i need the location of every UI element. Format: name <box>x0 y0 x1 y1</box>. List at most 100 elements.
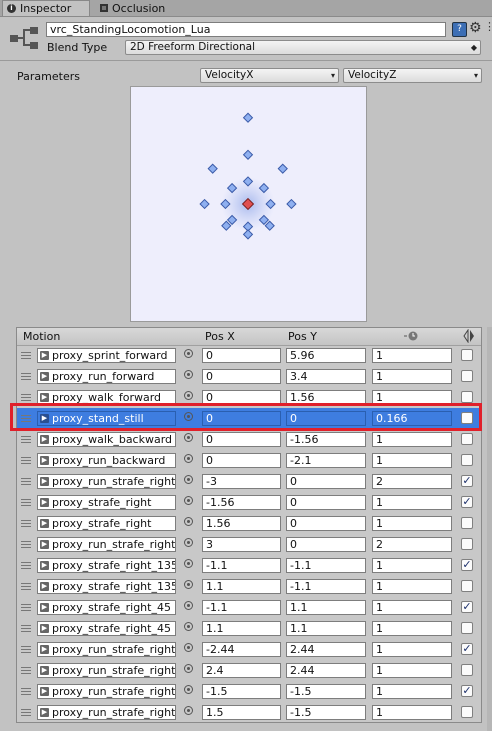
help-icon[interactable]: ? <box>452 22 467 37</box>
speed-field[interactable]: 1 <box>372 516 452 531</box>
object-picker-icon[interactable] <box>184 601 193 610</box>
blend-point[interactable] <box>242 229 254 240</box>
table-row[interactable]: ▶ proxy_strafe_right 1.56 0 1 <box>17 513 481 534</box>
pos-x-field[interactable]: 3 <box>202 537 281 552</box>
pos-x-field[interactable]: -1.56 <box>202 495 281 510</box>
speed-field[interactable]: 1 <box>372 369 452 384</box>
pos-x-field[interactable]: 1.5 <box>202 705 281 720</box>
pos-x-field[interactable]: -2.44 <box>202 642 281 657</box>
mirror-checkbox[interactable] <box>461 391 473 403</box>
object-picker-icon[interactable] <box>184 475 193 484</box>
mirror-checkbox[interactable] <box>461 580 473 592</box>
mirror-checkbox[interactable] <box>461 664 473 676</box>
tab-occlusion[interactable]: Occlusion <box>96 0 186 16</box>
scrollbar[interactable] <box>487 327 492 731</box>
mirror-checkbox[interactable] <box>461 622 473 634</box>
pos-y-field[interactable]: -1.5 <box>286 684 366 699</box>
pos-x-field[interactable]: 0 <box>202 348 281 363</box>
motion-clip-field[interactable]: ▶ proxy_run_strafe_right <box>37 663 176 678</box>
table-row[interactable]: ▶ proxy_strafe_right -1.56 0 1 ✓ <box>17 492 481 513</box>
table-row[interactable]: ▶ proxy_run_strafe_right 2.4 2.44 1 <box>17 660 481 681</box>
drag-handle-icon[interactable] <box>21 478 31 485</box>
pos-y-field[interactable]: 5.96 <box>286 348 366 363</box>
object-picker-icon[interactable] <box>184 370 193 379</box>
object-picker-icon[interactable] <box>184 496 193 505</box>
pos-x-field[interactable]: 0 <box>202 453 281 468</box>
y-parameter-dropdown[interactable]: VelocityZ ▾ <box>343 68 482 83</box>
motion-clip-field[interactable]: ▶ proxy_strafe_right_45 <box>37 621 176 636</box>
drag-handle-icon[interactable] <box>21 436 31 443</box>
speed-field[interactable]: 1 <box>372 600 452 615</box>
mirror-checkbox[interactable]: ✓ <box>461 685 473 697</box>
motion-clip-field[interactable]: ▶ proxy_run_strafe_right <box>37 642 176 657</box>
pos-x-field[interactable]: 1.1 <box>202 579 281 594</box>
object-picker-icon[interactable] <box>184 706 193 715</box>
drag-handle-icon[interactable] <box>21 541 31 548</box>
pos-y-field[interactable]: -1.56 <box>286 432 366 447</box>
mirror-checkbox[interactable]: ✓ <box>461 643 473 655</box>
table-row[interactable]: ▶ proxy_strafe_right_135 -1.1 -1.1 1 ✓ <box>17 555 481 576</box>
pos-y-field[interactable]: -2.1 <box>286 453 366 468</box>
drag-handle-icon[interactable] <box>21 688 31 695</box>
pos-x-field[interactable]: -1.1 <box>202 600 281 615</box>
drag-handle-icon[interactable] <box>21 646 31 653</box>
speed-field[interactable]: 2 <box>372 474 452 489</box>
speed-field[interactable]: 1 <box>372 642 452 657</box>
pos-y-field[interactable]: -1.5 <box>286 705 366 720</box>
speed-field[interactable]: 1 <box>372 453 452 468</box>
pos-x-field[interactable]: -1.1 <box>202 558 281 573</box>
mirror-checkbox[interactable]: ✓ <box>461 559 473 571</box>
table-row[interactable]: ▶ proxy_run_strafe_right 3 0 2 <box>17 534 481 555</box>
speed-field[interactable]: 1 <box>372 621 452 636</box>
table-row[interactable]: ▶ proxy_run_strafe_right -2.44 2.44 1 ✓ <box>17 639 481 660</box>
speed-field[interactable]: 2 <box>372 537 452 552</box>
table-row[interactable]: ▶ proxy_run_forward 0 3.4 1 <box>17 366 481 387</box>
tab-inspector[interactable]: i Inspector <box>2 0 90 16</box>
pos-y-field[interactable]: 0 <box>286 495 366 510</box>
table-row[interactable]: ▶ proxy_sprint_forward 0 5.96 1 <box>17 345 481 366</box>
table-row[interactable]: ▶ proxy_strafe_right_45 -1.1 1.1 1 ✓ <box>17 597 481 618</box>
speed-field[interactable]: 1 <box>372 432 452 447</box>
pos-y-field[interactable]: 0 <box>286 516 366 531</box>
motion-clip-field[interactable]: ▶ proxy_run_strafe_right <box>37 537 176 552</box>
object-picker-icon[interactable] <box>184 664 193 673</box>
drag-handle-icon[interactable] <box>21 520 31 527</box>
drag-handle-icon[interactable] <box>21 562 31 569</box>
pos-y-field[interactable]: 0 <box>286 537 366 552</box>
motion-clip-field[interactable]: ▶ proxy_walk_backward <box>37 432 176 447</box>
pos-y-field[interactable]: -1.1 <box>286 558 366 573</box>
speed-field[interactable]: 1 <box>372 348 452 363</box>
speed-field[interactable]: 1 <box>372 558 452 573</box>
object-picker-icon[interactable] <box>184 622 193 631</box>
object-picker-icon[interactable] <box>184 538 193 547</box>
object-name-field[interactable]: vrc_StandingLocomotion_Lua <box>46 22 446 37</box>
mirror-checkbox[interactable] <box>461 706 473 718</box>
mirror-checkbox[interactable] <box>461 454 473 466</box>
speed-field[interactable]: 1 <box>372 705 452 720</box>
table-row[interactable]: ▶ proxy_run_strafe_right -1.5 -1.5 1 ✓ <box>17 681 481 702</box>
speed-field[interactable]: 1 <box>372 579 452 594</box>
pos-x-field[interactable]: 1.1 <box>202 621 281 636</box>
pos-y-field[interactable]: 2.44 <box>286 642 366 657</box>
table-row[interactable]: ▶ proxy_run_strafe_right 1.5 -1.5 1 <box>17 702 481 723</box>
motion-clip-field[interactable]: ▶ proxy_strafe_right_45 <box>37 600 176 615</box>
blend-type-dropdown[interactable]: 2D Freeform Directional ◆ <box>125 40 481 55</box>
table-row[interactable]: ▶ proxy_run_backward 0 -2.1 1 <box>17 450 481 471</box>
object-picker-icon[interactable] <box>184 685 193 694</box>
speed-field[interactable]: 1 <box>372 684 452 699</box>
mirror-checkbox[interactable] <box>461 517 473 529</box>
mirror-checkbox[interactable]: ✓ <box>461 601 473 613</box>
drag-handle-icon[interactable] <box>21 583 31 590</box>
motion-clip-field[interactable]: ▶ proxy_run_strafe_right <box>37 705 176 720</box>
gear-icon[interactable]: ⚙ <box>469 20 482 36</box>
drag-handle-icon[interactable] <box>21 373 31 380</box>
object-picker-icon[interactable] <box>184 643 193 652</box>
mirror-checkbox[interactable] <box>461 349 473 361</box>
object-picker-icon[interactable] <box>184 580 193 589</box>
motion-clip-field[interactable]: ▶ proxy_strafe_right <box>37 516 176 531</box>
x-parameter-dropdown[interactable]: VelocityX ▾ <box>200 68 339 83</box>
pos-x-field[interactable]: 1.56 <box>202 516 281 531</box>
object-picker-icon[interactable] <box>184 391 193 400</box>
motion-clip-field[interactable]: ▶ proxy_strafe_right_135 <box>37 558 176 573</box>
blend-point[interactable] <box>207 163 218 174</box>
